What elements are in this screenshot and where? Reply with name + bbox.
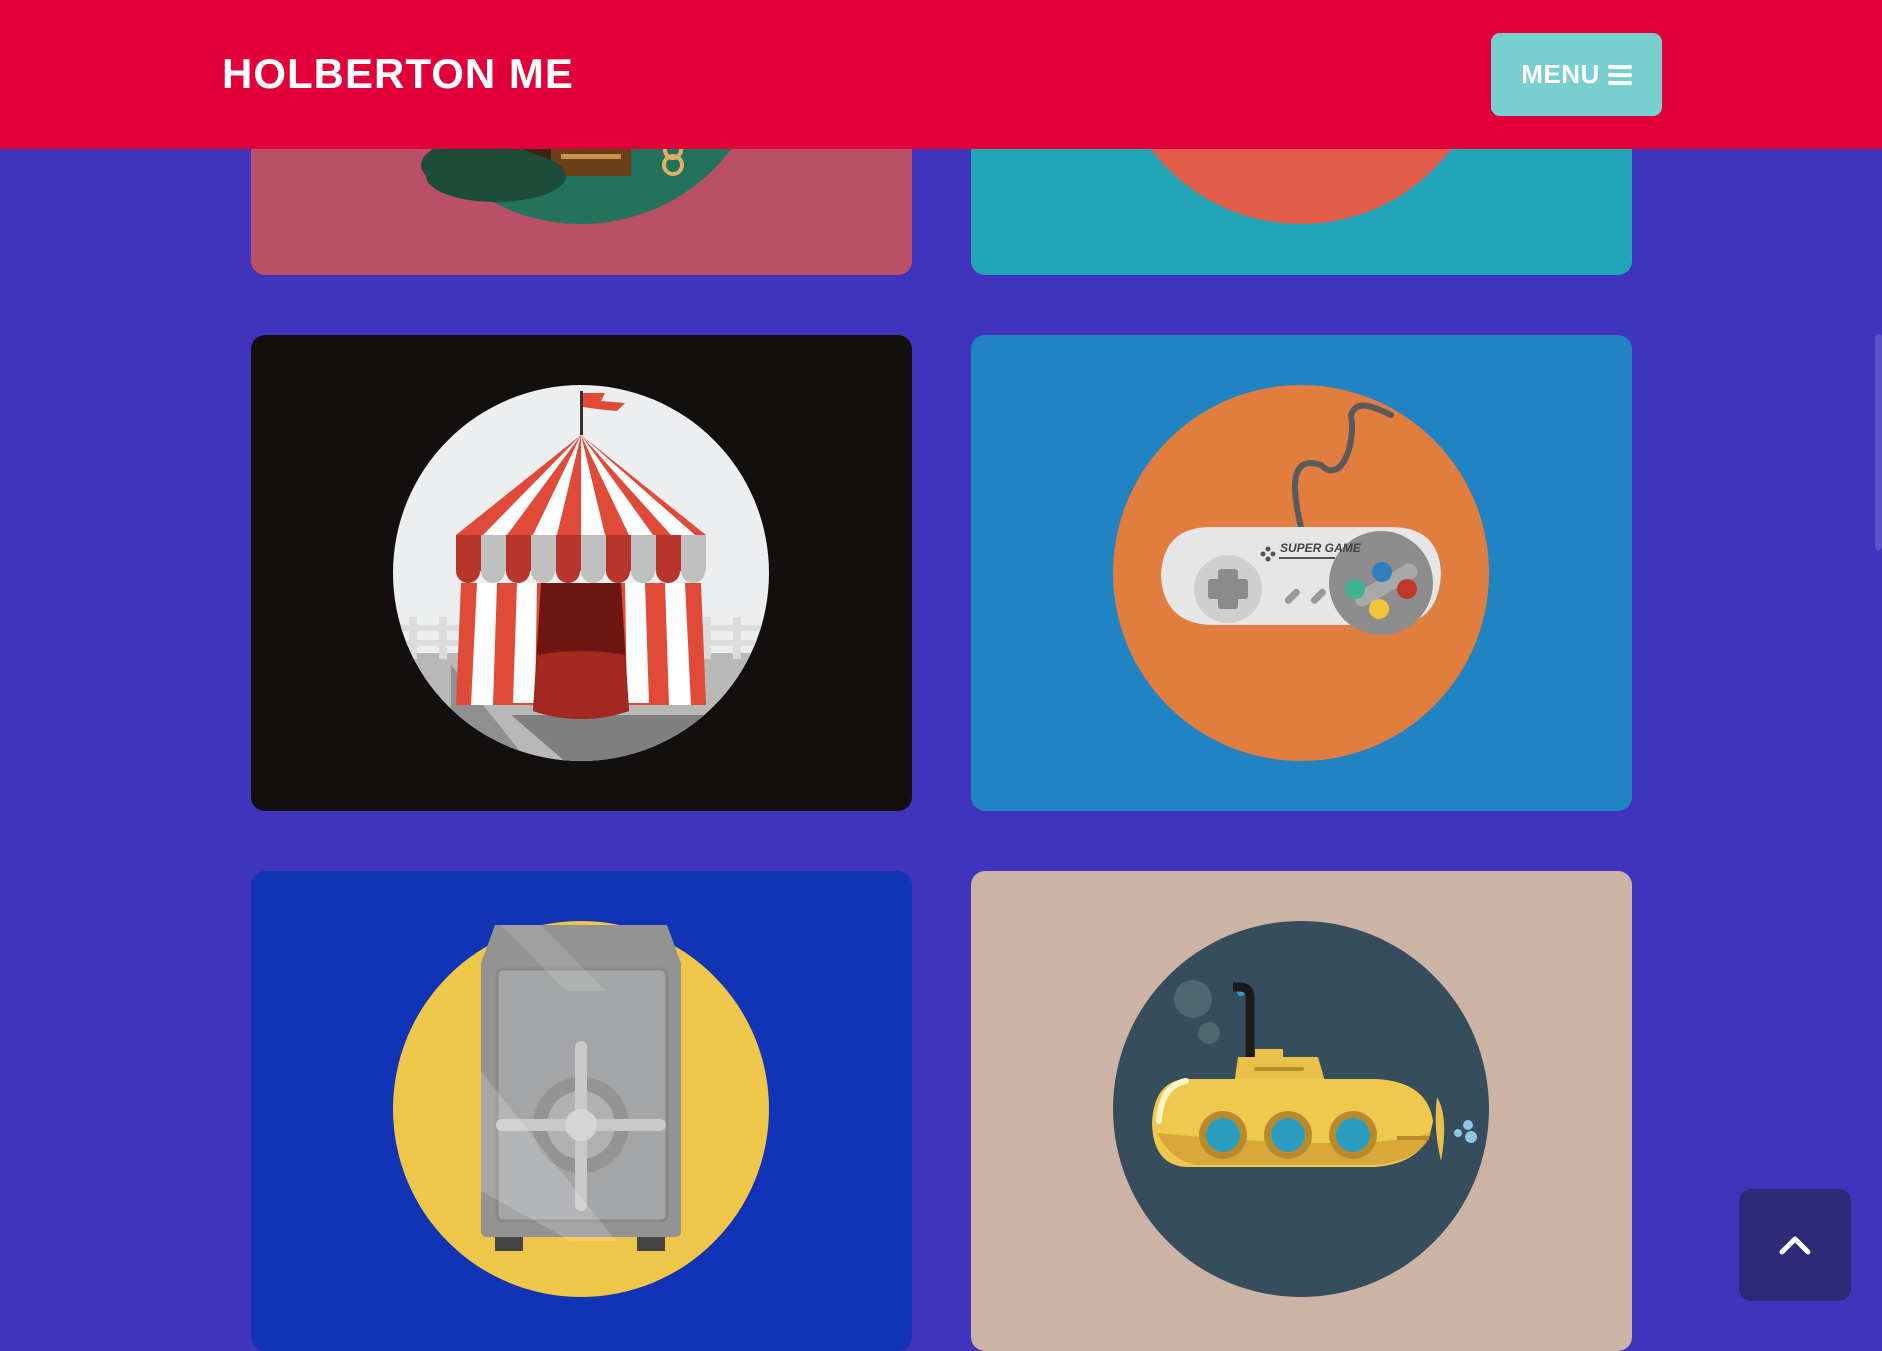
menu-button[interactable]: MENU [1491, 33, 1662, 116]
menu-label: MENU [1521, 59, 1600, 89]
portfolio-item-circus[interactable] [251, 335, 912, 811]
submarine-icon [1113, 921, 1489, 1297]
portfolio-item-safe[interactable] [251, 871, 912, 1351]
game-controller-icon: SUPER GAME [1113, 385, 1489, 761]
hamburger-icon [1607, 61, 1632, 89]
navbar: HOLBERTON ME MENU [0, 0, 1882, 149]
portfolio-item-game[interactable]: SUPER GAME [971, 335, 1632, 811]
controller-label: SUPER GAME [1280, 541, 1362, 555]
scrollbar-thumb[interactable] [1875, 334, 1882, 550]
brand-link[interactable]: HOLBERTON ME [222, 50, 574, 98]
safe-icon [393, 921, 769, 1297]
scroll-to-top-button[interactable] [1739, 1189, 1851, 1301]
chevron-up-icon [1779, 1236, 1811, 1255]
circus-tent-icon [393, 385, 769, 761]
portfolio-item-submarine[interactable] [971, 871, 1632, 1351]
